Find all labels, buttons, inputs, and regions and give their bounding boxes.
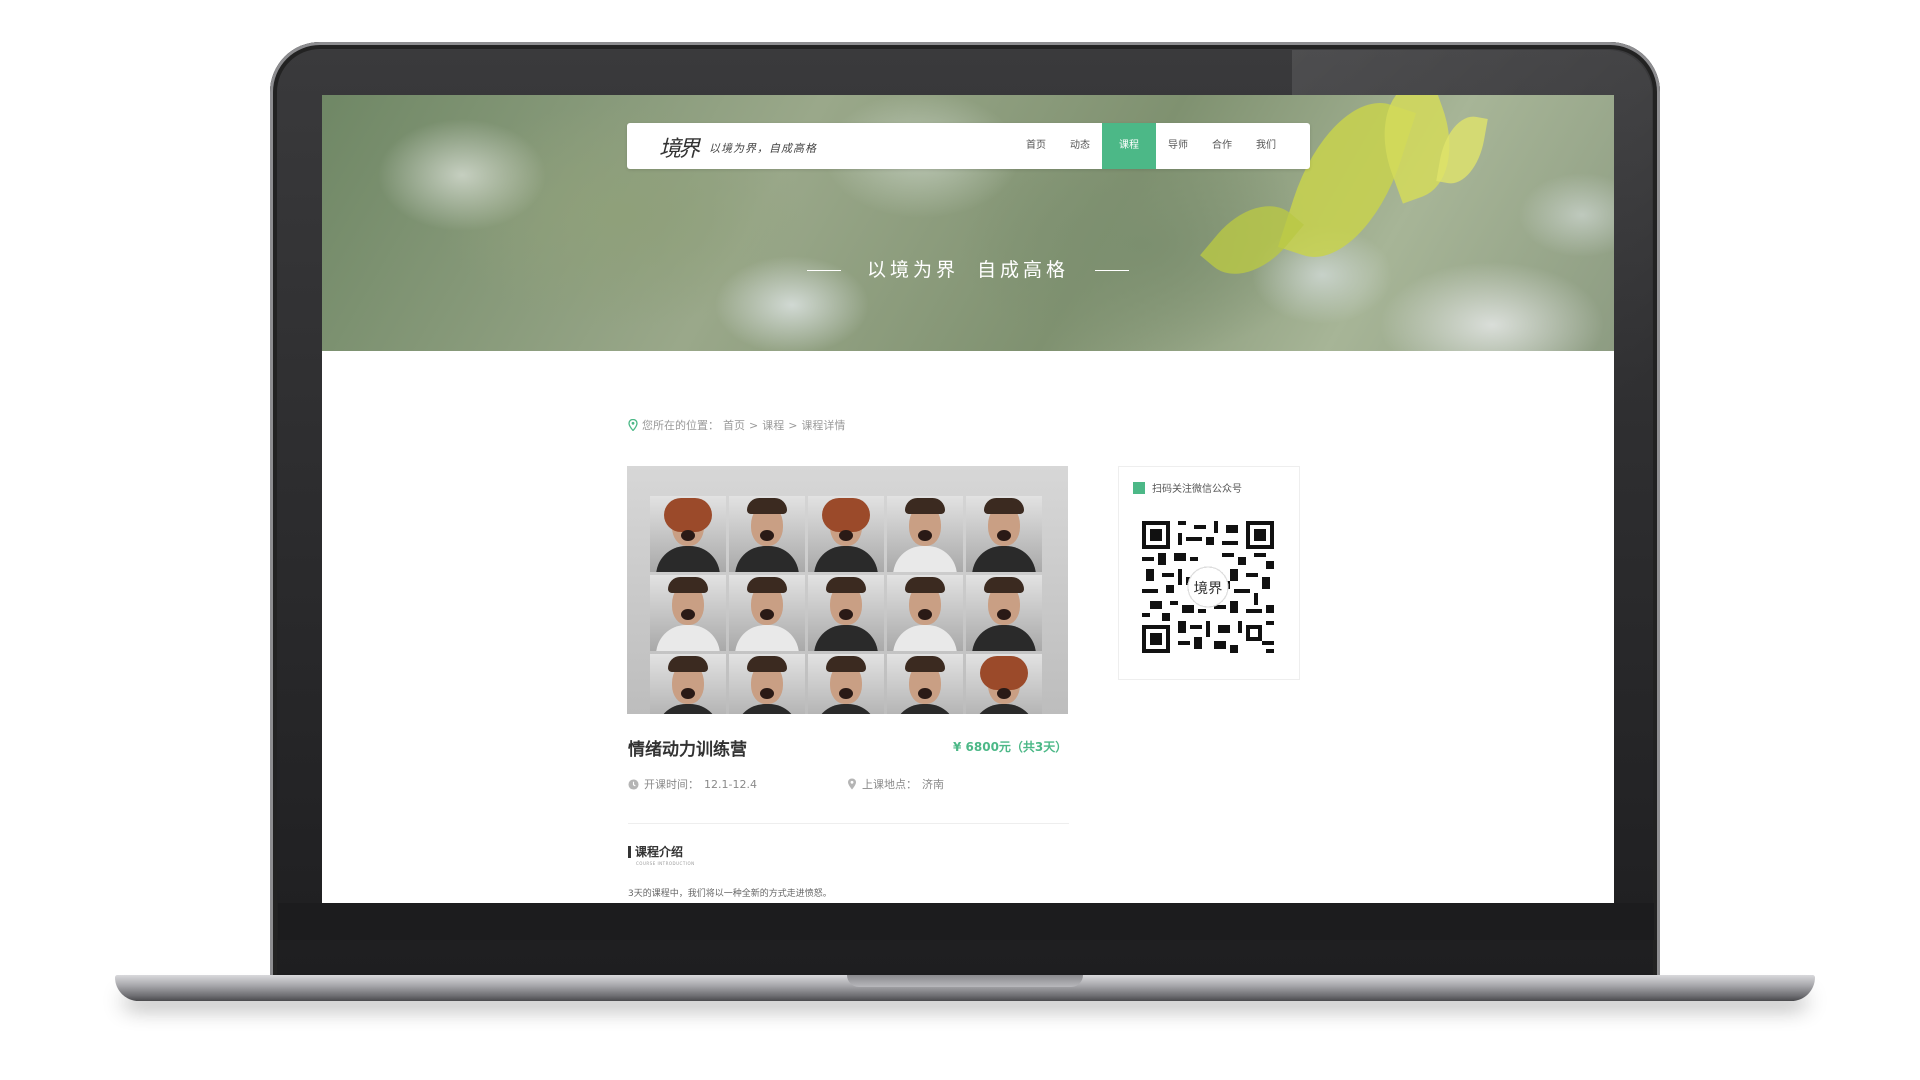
breadcrumb-courses[interactable]: 课程 <box>762 417 784 433</box>
clock-icon <box>628 778 639 790</box>
hero-banner: 以境为界 自成高格 境界 以境为界，自成高格 首页 动态 课程 导师 合作 我们 <box>322 95 1614 351</box>
breadcrumb-current: 课程详情 <box>801 419 846 432</box>
course-cover-image <box>627 466 1068 714</box>
qr-card-title: 扫码关注微信公众号 <box>1152 484 1242 495</box>
laptop-notch <box>847 975 1083 987</box>
slogan-right: 自成高格 <box>977 259 1070 281</box>
course-place: 上课地点： 济南 <box>847 776 944 792</box>
face-photo-grid <box>650 496 1044 714</box>
course-price: ¥ 6800元（共3天） <box>953 740 1068 754</box>
course-place-label: 上课地点： <box>862 778 917 791</box>
green-square-icon <box>1133 481 1145 494</box>
face-photo <box>729 496 805 572</box>
face-photo <box>808 575 884 651</box>
nav-item-mentors[interactable]: 导师 <box>1156 123 1200 169</box>
face-photo <box>808 654 884 714</box>
course-place-value: 济南 <box>922 778 944 791</box>
face-photo <box>729 575 805 651</box>
wechat-qr-card: 扫码关注微信公众号 境界 <box>1118 466 1300 680</box>
face-photo <box>650 575 726 651</box>
breadcrumb-home[interactable]: 首页 <box>723 417 745 433</box>
section-divider <box>628 823 1069 824</box>
nav-menu: 首页 动态 课程 导师 合作 我们 <box>1014 123 1288 169</box>
qr-card-header: 扫码关注微信公众号 <box>1133 480 1242 495</box>
breadcrumb: 您所在的位置： 首页 > 课程 > 课程详情 <box>628 417 845 433</box>
site-tagline: 以境为界，自成高格 <box>709 142 817 155</box>
location-pin-icon <box>848 778 856 790</box>
slogan-dash-left <box>806 270 841 271</box>
course-title: 情绪动力训练营 <box>628 740 747 760</box>
hero-slogan: 以境为界 自成高格 <box>322 255 1614 282</box>
face-photo <box>966 575 1042 651</box>
face-photo <box>650 496 726 572</box>
qr-center-logo: 境界 <box>1194 579 1223 597</box>
face-photo <box>966 654 1042 714</box>
face-photo <box>808 496 884 572</box>
course-time: 开课时间： 12.1-12.4 <box>628 776 757 792</box>
face-photo <box>887 496 963 572</box>
breadcrumb-separator: > <box>788 418 798 432</box>
nav-item-cooperation[interactable]: 合作 <box>1200 123 1244 169</box>
laptop-mockup: 以境为界自成高格 境界 以境为界，自成高格 首页 动态 课程 导师 合作 我们 <box>0 0 1920 1080</box>
face-photo <box>650 654 726 714</box>
nav-item-news[interactable]: 动态 <box>1058 123 1102 169</box>
qr-code: 境界 <box>1142 521 1274 653</box>
face-photo <box>966 496 1042 572</box>
breadcrumb-separator: > <box>749 418 759 432</box>
face-photo <box>887 575 963 651</box>
nav-item-courses[interactable]: 课程 <box>1102 123 1156 169</box>
laptop-screen: 以境为界自成高格 境界 以境为界，自成高格 首页 动态 课程 导师 合作 我们 <box>322 95 1614 903</box>
course-time-value: 12.1-12.4 <box>704 777 757 791</box>
nav-item-home[interactable]: 首页 <box>1014 123 1058 169</box>
breadcrumb-prefix: 您所在的位置： <box>642 419 719 432</box>
intro-subtitle: COURSE INTRODUCTION <box>636 861 695 866</box>
nav-item-about[interactable]: 我们 <box>1244 123 1288 169</box>
site-logo[interactable]: 境界 <box>659 131 700 163</box>
location-pin-icon <box>628 419 638 431</box>
top-nav-bar: 境界 以境为界，自成高格 首页 动态 课程 导师 合作 我们 <box>627 123 1310 169</box>
course-time-label: 开课时间： <box>644 778 699 791</box>
intro-title: 课程介绍 <box>628 846 683 858</box>
slogan-left: 以境为界 <box>866 259 959 281</box>
slogan-dash-right <box>1095 270 1130 271</box>
face-photo <box>887 654 963 714</box>
intro-text: 3天的课程中，我们将以一种全新的方式走进愤怒。 <box>628 889 832 899</box>
laptop-bottom-bezel <box>278 903 1654 940</box>
face-photo <box>729 654 805 714</box>
